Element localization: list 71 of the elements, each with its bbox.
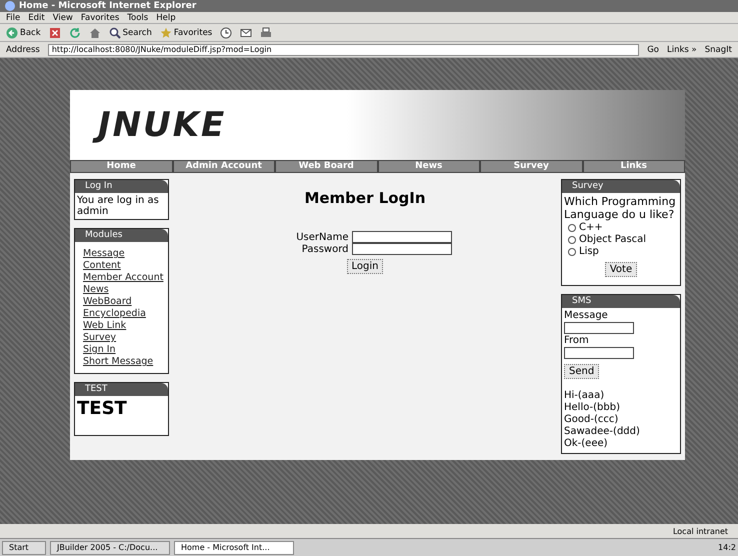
- panel-header: SMS: [562, 295, 680, 308]
- panel-header: Log In: [75, 180, 168, 193]
- panel-header: Modules: [75, 229, 168, 242]
- send-button[interactable]: Send: [564, 364, 600, 379]
- zone-text: Local intranet: [672, 526, 728, 536]
- star-icon[interactable]: [160, 26, 172, 38]
- module-link[interactable]: Survey: [83, 332, 164, 343]
- field-label: UserName: [295, 232, 348, 242]
- stop-icon[interactable]: [48, 26, 61, 38]
- clock: 14:2: [718, 543, 736, 552]
- module-link[interactable]: Content: [83, 260, 164, 271]
- input-field[interactable]: [352, 231, 452, 243]
- links-button[interactable]: Links »: [667, 44, 697, 54]
- panel-header: TEST: [75, 383, 168, 396]
- address-field[interactable]: http://localhost:8080/JNuke/moduleDiff.jsp?mod=Login: [48, 44, 640, 56]
- module-link[interactable]: Web Link: [83, 320, 164, 331]
- module-link[interactable]: Encyclopedia: [83, 308, 164, 319]
- module-link[interactable]: Short Message: [83, 356, 164, 367]
- back-arrow-icon[interactable]: [6, 26, 18, 38]
- sms-message: Good-(ccc): [564, 414, 620, 425]
- module-link[interactable]: Member Account: [83, 272, 164, 283]
- menu-item[interactable]: View: [52, 12, 73, 22]
- module-link[interactable]: News: [83, 284, 164, 295]
- input-field[interactable]: [352, 243, 452, 255]
- taskbar-button[interactable]: Home - Microsoft Int...: [174, 540, 294, 554]
- login-status-text: You are log in as admin: [77, 195, 160, 217]
- envelope-icon[interactable]: [240, 26, 252, 38]
- module-link[interactable]: Message: [83, 248, 164, 259]
- login-button[interactable]: Login: [346, 259, 384, 274]
- field-label: Password: [300, 244, 348, 254]
- login-heading: Member LogIn: [304, 189, 426, 207]
- option-label: C++: [579, 222, 603, 233]
- field-label: Message: [564, 310, 609, 321]
- snagit-button[interactable]: SnagIt: [704, 44, 732, 54]
- search-icon[interactable]: [108, 26, 121, 38]
- field-label: From: [564, 335, 590, 346]
- option-label: Object Pascal: [579, 234, 646, 245]
- browser-icon[interactable]: [4, 0, 16, 12]
- address-label: Address: [6, 44, 40, 54]
- sms-message: Sawadee-(ddd): [564, 426, 641, 437]
- toolbar-button-label[interactable]: Favorites: [174, 28, 212, 38]
- vote-button[interactable]: Vote: [604, 262, 638, 277]
- menu-item[interactable]: Help: [156, 12, 176, 22]
- radio-button[interactable]: [568, 248, 576, 256]
- toolbar-button-label[interactable]: Back: [20, 28, 41, 38]
- survey-question: Which Programming Language do u like?: [564, 195, 677, 221]
- home-icon[interactable]: [88, 26, 101, 38]
- sms-message: Ok-(eee): [564, 438, 609, 449]
- start-button[interactable]: Start: [2, 540, 46, 554]
- window-title: Home - Microsoft Internet Explorer: [19, 1, 196, 11]
- taskbar-button[interactable]: JBuilder 2005 - C:/Docu...: [50, 540, 170, 554]
- sms-message: Hi-(aaa): [564, 390, 606, 401]
- menu-item[interactable]: Tools: [127, 12, 148, 22]
- site-logo: JNUKE: [90, 103, 234, 147]
- menu-item[interactable]: Favorites: [80, 12, 120, 22]
- panel-header: Survey: [562, 180, 680, 193]
- menu-item[interactable]: Edit: [28, 12, 45, 22]
- menu-item[interactable]: File: [6, 12, 20, 22]
- go-button[interactable]: Go: [647, 44, 660, 54]
- toolbar-button-label[interactable]: Search: [122, 28, 152, 38]
- sms-message: Hello-(bbb): [564, 402, 621, 413]
- module-link[interactable]: Sign In: [83, 344, 164, 355]
- radio-button[interactable]: [568, 236, 576, 244]
- module-link[interactable]: WebBoard: [83, 296, 164, 307]
- printer-icon[interactable]: [260, 26, 272, 38]
- test-text: TEST: [77, 398, 128, 419]
- input-field[interactable]: [564, 322, 634, 334]
- radio-button[interactable]: [568, 224, 576, 232]
- clock-icon[interactable]: [220, 26, 232, 38]
- input-field[interactable]: [564, 347, 634, 359]
- option-label: Lisp: [579, 246, 599, 257]
